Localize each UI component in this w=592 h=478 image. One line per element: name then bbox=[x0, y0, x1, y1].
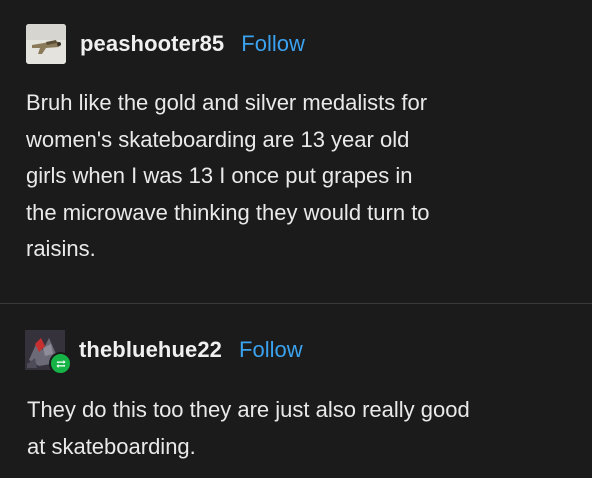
follow-button[interactable]: Follow bbox=[239, 337, 303, 363]
avatar[interactable] bbox=[25, 330, 72, 375]
post-original-header: peashooter85 Follow bbox=[26, 24, 305, 64]
username[interactable]: peashooter85 bbox=[80, 31, 224, 57]
reblog-icon bbox=[49, 352, 72, 375]
post-body-text: Bruh like the gold and silver medalists … bbox=[26, 90, 430, 261]
avatar[interactable] bbox=[26, 24, 66, 64]
divider bbox=[0, 303, 592, 304]
username[interactable]: thebluehue22 bbox=[79, 337, 222, 363]
post-reblog-header: thebluehue22 Follow bbox=[25, 330, 303, 375]
follow-button[interactable]: Follow bbox=[241, 31, 305, 57]
avatar-image bbox=[26, 24, 66, 64]
post-body-text: They do this too they are just also real… bbox=[27, 397, 470, 459]
